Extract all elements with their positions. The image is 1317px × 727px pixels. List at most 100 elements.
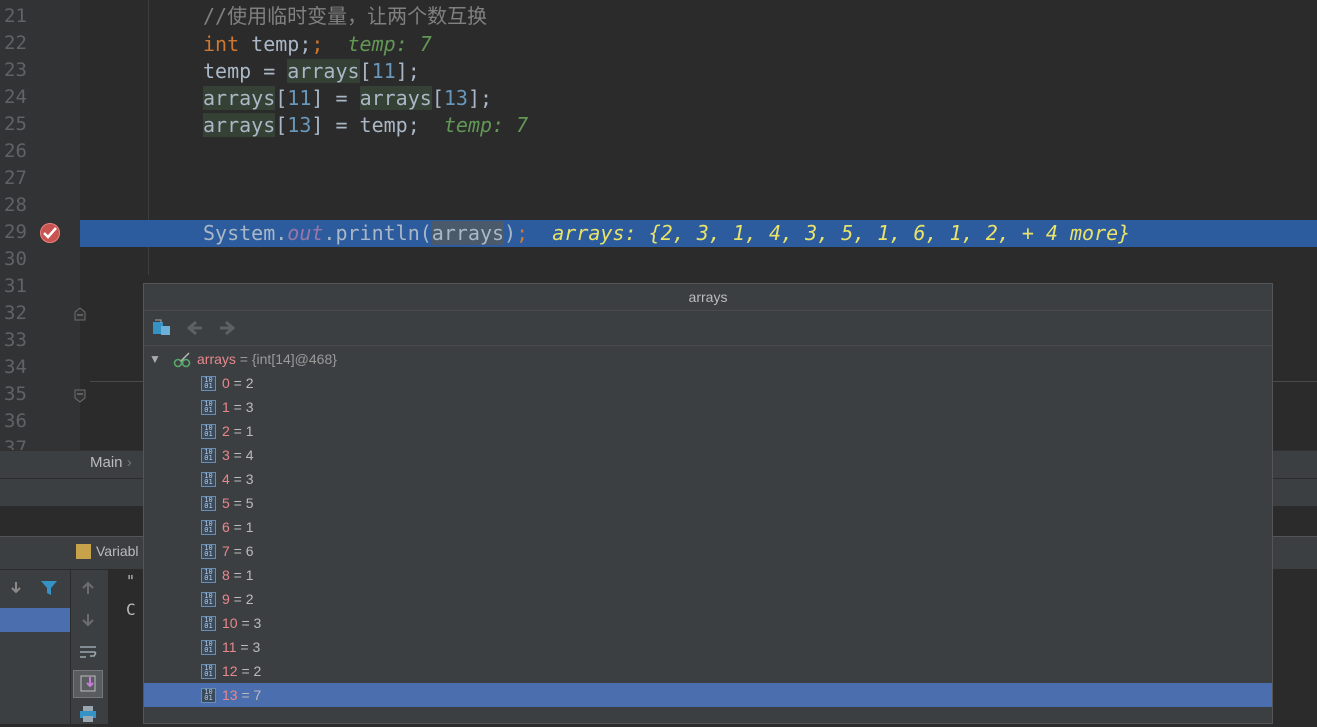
element-index: 11 <box>222 639 237 655</box>
array-element-row[interactable]: 10 01 10 = 3 <box>144 611 1272 635</box>
code-line-23[interactable]: temp = arrays[11]; <box>203 58 420 85</box>
code-line-24[interactable]: arrays[11] = arrays[13]; <box>203 85 492 112</box>
array-element-row[interactable]: 10 01 13 = 7 <box>144 683 1272 707</box>
line-number: 22 <box>4 32 27 54</box>
line-number: 33 <box>4 329 27 351</box>
variables-icon <box>76 544 91 559</box>
soft-wrap-icon[interactable] <box>78 642 98 662</box>
line-number: 36 <box>4 410 27 432</box>
array-element-row[interactable]: 10 01 11 = 3 <box>144 635 1272 659</box>
fold-start-icon[interactable] <box>74 306 86 321</box>
line-number: 34 <box>4 356 27 378</box>
variable-value: = {int[14]@468} <box>235 351 337 367</box>
navigate-icon[interactable] <box>152 319 170 337</box>
element-index: 3 <box>222 447 230 463</box>
equals-sign: = <box>237 663 254 679</box>
breakpoint-icon[interactable] <box>40 223 60 243</box>
array-element-icon: 10 01 <box>201 568 216 583</box>
scroll-to-end-icon[interactable] <box>73 670 103 698</box>
array-element-row[interactable]: 10 01 4 = 3 <box>144 467 1272 491</box>
array-element-icon: 10 01 <box>201 520 216 535</box>
code-text: ]; <box>467 86 493 110</box>
code-line-22[interactable]: int temp;; temp: 7 <box>203 31 432 58</box>
code-text: [ <box>275 113 288 137</box>
element-value: 4 <box>245 447 254 463</box>
code-text: [ <box>359 59 372 83</box>
variable-name: arrays <box>197 351 236 367</box>
array-element-row[interactable]: 10 01 2 = 1 <box>144 419 1272 443</box>
scroll-up-icon[interactable] <box>80 580 96 596</box>
download-arrow-icon[interactable] <box>8 580 24 596</box>
line-number: 31 <box>4 275 27 297</box>
forward-arrow-icon[interactable] <box>218 319 236 337</box>
fold-end-icon[interactable] <box>74 388 86 403</box>
code-line-25[interactable]: arrays[13] = temp; temp: 7 <box>203 112 528 139</box>
popup-toolbar <box>144 311 1272 346</box>
code-text: temp = <box>203 59 288 83</box>
element-value: 1 <box>245 423 254 439</box>
popup-title[interactable]: arrays <box>144 284 1272 311</box>
tab-variables[interactable]: Variabl <box>96 543 139 559</box>
equals-sign: = <box>229 471 246 487</box>
element-index: 2 <box>222 423 230 439</box>
array-element-row[interactable]: 10 01 1 = 3 <box>144 395 1272 419</box>
equals-sign: = <box>236 639 253 655</box>
variable-inspector-popup[interactable]: arrays ▼ arrays = {int[14]@468} 10 01 0 = … <box>143 283 1273 724</box>
array-element-icon: 10 01 <box>201 544 216 559</box>
array-element-row[interactable]: 10 01 7 = 6 <box>144 539 1272 563</box>
breadcrumb[interactable]: Main › <box>90 454 132 471</box>
code-line-29[interactable]: System.out.println(arrays); arrays: {2, … <box>203 220 1130 247</box>
expand-arrow-icon[interactable]: ▼ <box>149 347 161 371</box>
array-element-row[interactable]: 10 01 8 = 1 <box>144 563 1272 587</box>
scroll-down-icon[interactable] <box>80 612 96 628</box>
code-line-21[interactable]: //使用临时变量，让两个数互换 <box>203 3 487 30</box>
element-value: 1 <box>245 519 254 535</box>
array-element-icon: 10 01 <box>201 400 216 415</box>
line-number: 23 <box>4 59 27 81</box>
variable-usage: arrays <box>359 86 432 110</box>
comment: //使用临时变量，让两个数互换 <box>203 4 488 28</box>
variable-usage: arrays <box>203 86 276 110</box>
equals-sign: = <box>229 543 246 559</box>
back-arrow-icon[interactable] <box>186 319 204 337</box>
code-text: .println( <box>323 221 432 245</box>
breadcrumb-item-main[interactable]: Main <box>90 454 123 471</box>
line-number: 21 <box>4 5 27 27</box>
line-number: 24 <box>4 86 27 108</box>
element-index: 7 <box>222 543 230 559</box>
array-element-icon: 10 01 <box>201 640 216 655</box>
element-value: 2 <box>245 591 254 607</box>
equals-sign: = <box>229 447 246 463</box>
element-index: 5 <box>222 495 230 511</box>
element-value: 3 <box>245 399 254 415</box>
number-literal: 11 <box>371 59 396 83</box>
code-text: temp; <box>239 32 312 56</box>
element-index: 10 <box>222 615 238 631</box>
static-field: out <box>287 221 324 245</box>
array-element-row[interactable]: 10 01 9 = 2 <box>144 587 1272 611</box>
inline-value-hint: arrays: {2, 3, 1, 4, 3, 5, 1, 6, 1, 2, +… <box>552 221 1131 245</box>
element-value: 3 <box>252 639 261 655</box>
array-element-row[interactable]: 10 01 0 = 2 <box>144 371 1272 395</box>
element-index: 0 <box>222 375 230 391</box>
element-value: 3 <box>245 471 254 487</box>
array-element-row[interactable]: 10 01 5 = 5 <box>144 491 1272 515</box>
element-index: 12 <box>222 663 238 679</box>
watch-variable-icon <box>173 351 193 368</box>
selected-frame[interactable] <box>0 608 70 632</box>
breadcrumb-separator: › <box>126 454 132 471</box>
tree-root-row[interactable]: ▼ arrays = {int[14]@468} <box>144 347 1272 371</box>
equals-sign: = <box>237 687 254 703</box>
element-value: 2 <box>245 375 254 391</box>
equals-sign: = <box>237 615 254 631</box>
array-element-row[interactable]: 10 01 12 = 2 <box>144 659 1272 683</box>
variable-usage: arrays <box>203 113 276 137</box>
array-element-row[interactable]: 10 01 3 = 4 <box>144 443 1272 467</box>
array-element-icon: 10 01 <box>201 424 216 439</box>
element-value: 3 <box>253 615 262 631</box>
filter-icon[interactable] <box>40 580 58 596</box>
element-index: 1 <box>222 399 230 415</box>
array-element-row[interactable]: 10 01 6 = 1 <box>144 515 1272 539</box>
code-text: ] = temp; <box>311 113 420 137</box>
print-icon[interactable] <box>79 705 97 723</box>
